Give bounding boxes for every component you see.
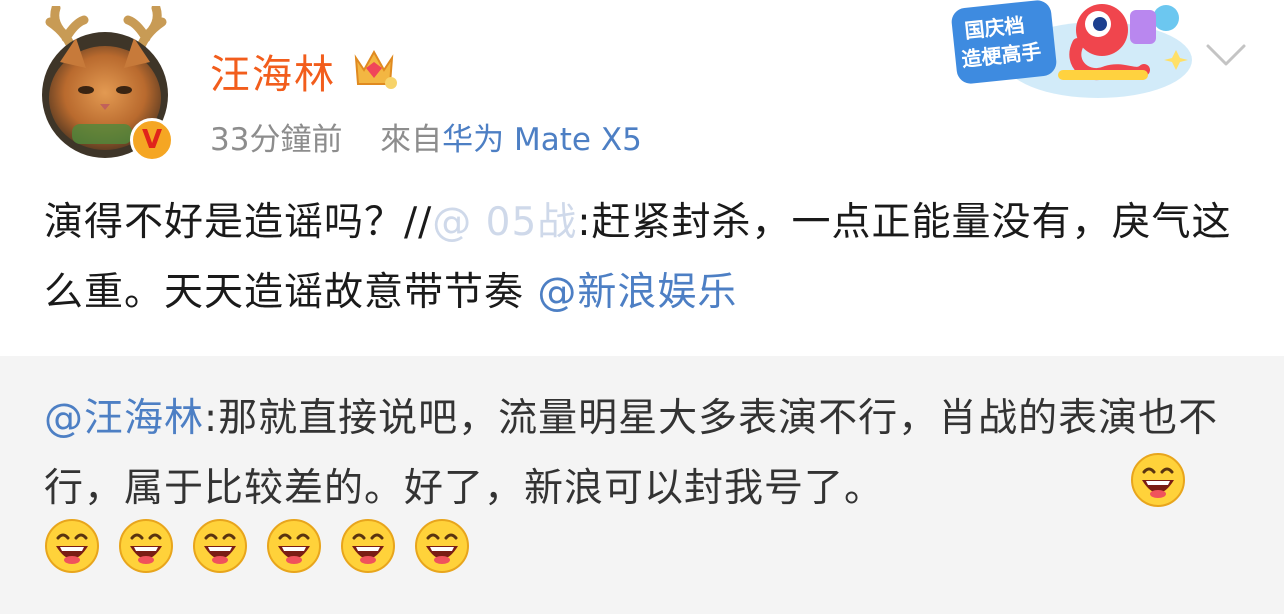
post-meta: 33分鐘前 來自华为 Mate X5	[210, 114, 642, 159]
post-text-part1: 演得不好是造谣吗？//	[44, 200, 433, 245]
emoji-row	[44, 518, 478, 582]
verified-badge-icon: V	[130, 118, 174, 162]
laughing-emoji	[415, 519, 469, 573]
repost-text: :那就直接说吧，流量明星大多表演不行，肖战的表演也不行，属于比较差的。好了，新浪…	[44, 396, 1219, 511]
laughing-emoji	[341, 519, 395, 573]
laughing-emoji	[45, 519, 99, 573]
repost-card[interactable]: @汪海林:那就直接说吧，流量明星大多表演不行，肖战的表演也不行，属于比较差的。好…	[0, 356, 1284, 614]
chevron-down-icon[interactable]	[1204, 40, 1248, 70]
source-device[interactable]: 华为 Mate X5	[442, 122, 642, 158]
mention-link[interactable]: @新浪娱乐	[537, 270, 737, 315]
post-header: V 汪海林 33分鐘前 來自华为 Mate X5 国庆档 造梗高手	[0, 0, 1284, 170]
repost-text-block: @汪海林:那就直接说吧，流量明星大多表演不行，肖战的表演也不行，属于比较差的。好…	[44, 384, 1244, 524]
source-prefix: 來自	[380, 122, 443, 158]
laughing-emoji	[267, 519, 321, 573]
post-time: 33分鐘前	[210, 122, 343, 158]
avatar[interactable]: V	[22, 6, 180, 164]
laughing-emoji	[1131, 453, 1185, 507]
crown-icon[interactable]	[350, 46, 398, 90]
repost-mention[interactable]: @汪海林	[44, 396, 204, 441]
blurred-mention[interactable]: @ 05战	[432, 200, 577, 245]
laughing-emoji	[193, 519, 247, 573]
post-body: 演得不好是造谣吗？//@ 05战:赶紧封杀，一点正能量没有，戾气这么重。天天造谣…	[44, 188, 1244, 328]
laughing-emoji	[119, 519, 173, 573]
emoji-inline-wrap	[1130, 452, 1194, 508]
promo-badge[interactable]: 国庆档 造梗高手	[940, 0, 1200, 104]
username[interactable]: 汪海林	[210, 42, 336, 100]
